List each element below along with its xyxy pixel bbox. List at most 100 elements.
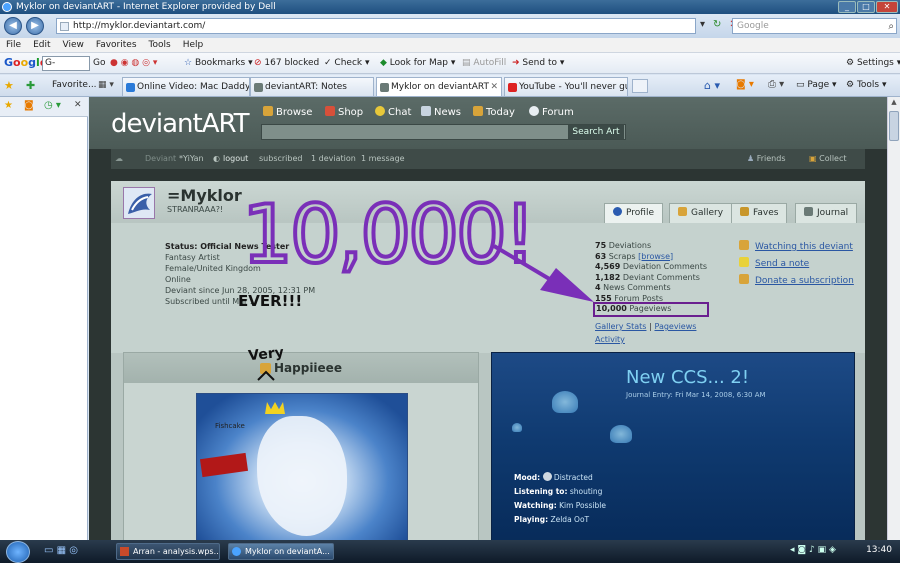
add-favorites-icon[interactable]: ✚ bbox=[26, 79, 35, 92]
feeds-icon[interactable]: ◙ bbox=[24, 100, 34, 111]
close-tab-icon[interactable]: ✕ bbox=[490, 78, 498, 96]
new-tab-button[interactable] bbox=[632, 79, 648, 93]
nav-chat[interactable]: Chat bbox=[375, 106, 411, 118]
nav-forum[interactable]: Forum bbox=[529, 106, 574, 118]
spell-check-button[interactable]: ✓ Check ▾ bbox=[324, 57, 370, 70]
address-field[interactable]: http://myklor.deviantart.com/ bbox=[56, 18, 696, 34]
bookmarks-button[interactable]: ☆ Bookmarks ▾ bbox=[184, 57, 253, 70]
taskbar-item-analysis[interactable]: Arran - analysis.wps... bbox=[116, 543, 220, 560]
collect-button[interactable]: ▣ Collect bbox=[809, 149, 847, 169]
autofill-button[interactable]: ▤ AutoFill bbox=[462, 57, 506, 70]
ie-icon bbox=[232, 547, 241, 556]
avatar[interactable] bbox=[123, 187, 155, 219]
gallery-icon bbox=[678, 207, 687, 216]
nav-shop[interactable]: Shop bbox=[325, 106, 363, 118]
shop-icon bbox=[325, 106, 335, 116]
close-panel-icon[interactable]: ✕ bbox=[74, 100, 82, 110]
artwork-red-shape bbox=[199, 452, 249, 478]
feeds-icon[interactable]: ◙ ▾ bbox=[736, 79, 754, 90]
minimize-button[interactable]: _ bbox=[838, 1, 856, 13]
artwork-crown bbox=[265, 402, 285, 414]
search-placeholder: Google bbox=[737, 21, 769, 31]
popup-blocked-button[interactable]: ⊘ 167 blocked bbox=[254, 57, 319, 70]
deviantart-logo[interactable]: deviantART bbox=[111, 109, 250, 139]
close-button[interactable]: ✕ bbox=[876, 1, 898, 13]
watch-action[interactable]: Watching this deviant bbox=[739, 239, 854, 256]
tab-journal[interactable]: Journal bbox=[795, 203, 858, 223]
tab-deviantart-notes[interactable]: deviantART: Notes bbox=[250, 77, 374, 96]
nav-news[interactable]: News bbox=[421, 106, 461, 118]
address-dropdown-icon[interactable]: ▾ bbox=[700, 19, 705, 30]
star-icon: ☆ bbox=[184, 58, 193, 68]
favorites-center-label[interactable]: Favorite... bbox=[52, 80, 97, 90]
nav-today[interactable]: Today bbox=[473, 106, 515, 118]
vertical-scrollbar[interactable]: ▲ bbox=[887, 97, 900, 540]
tab-youtube[interactable]: YouTube - You'll never gu... bbox=[504, 77, 628, 96]
deviant-tagline: STRANRAAA?! bbox=[167, 205, 224, 214]
tab-profile[interactable]: Profile bbox=[604, 203, 663, 223]
menu-help[interactable]: Help bbox=[183, 38, 204, 52]
logout-link[interactable]: logout bbox=[223, 149, 248, 169]
menu-tools[interactable]: Tools bbox=[149, 38, 171, 52]
scroll-thumb[interactable] bbox=[889, 111, 899, 141]
activity-link[interactable]: Activity bbox=[595, 335, 625, 344]
clock: 13:40 bbox=[866, 545, 892, 555]
friends-button[interactable]: ♟ Friends bbox=[747, 149, 786, 169]
quick-tabs-icon[interactable]: ▦ ▾ bbox=[98, 80, 114, 90]
tab-gallery[interactable]: Gallery bbox=[669, 203, 733, 223]
username-link[interactable]: *YiYan bbox=[179, 149, 204, 169]
donate-action[interactable]: Donate a subscription bbox=[739, 273, 854, 290]
google-search-box[interactable]: G- bbox=[42, 56, 90, 71]
journal-title[interactable]: New CCS... 2! bbox=[626, 367, 749, 388]
deviation-count-link[interactable]: 1 deviation bbox=[311, 149, 356, 169]
menu-view[interactable]: View bbox=[63, 38, 84, 52]
map-lookup-button[interactable]: ◆ Look for Map ▾ bbox=[380, 57, 455, 70]
tab-faves[interactable]: Faves bbox=[731, 203, 788, 223]
favorites-star-icon[interactable]: ★ bbox=[4, 79, 14, 92]
search-input[interactable]: Google ⌕ bbox=[732, 18, 897, 34]
pageviews-link[interactable]: Pageviews bbox=[654, 322, 696, 331]
message-count-link[interactable]: 1 message bbox=[361, 149, 405, 169]
forward-button[interactable]: ▶ bbox=[26, 17, 44, 35]
taskbar-item-ie[interactable]: Myklor on deviantA... bbox=[228, 543, 334, 560]
back-button[interactable]: ◀ bbox=[4, 17, 22, 35]
send-note-action[interactable]: Send a note bbox=[739, 256, 854, 273]
tab-online-video[interactable]: Online Video: Mac Daddy |... bbox=[122, 77, 250, 96]
search-icon[interactable]: ⌕ bbox=[888, 20, 894, 34]
subscribed-link[interactable]: subscribed bbox=[259, 149, 302, 169]
browse-scraps-link[interactable]: [browse] bbox=[638, 252, 673, 261]
nav-browse[interactable]: Browse bbox=[263, 106, 312, 118]
page-menu[interactable]: ▭ Page ▾ bbox=[796, 80, 837, 90]
ie-icon bbox=[2, 2, 12, 12]
home-icon[interactable]: ⌂ ▾ bbox=[704, 79, 720, 92]
journal-box: New CCS... 2! Journal Entry: Fri Mar 14,… bbox=[491, 352, 855, 540]
maximize-button[interactable]: □ bbox=[857, 1, 875, 13]
google-go-button[interactable]: Go bbox=[93, 57, 105, 70]
autofill-icon: ▤ bbox=[462, 58, 471, 68]
google-icons[interactable]: ● ◉ ◍ ◎ ▾ bbox=[110, 57, 157, 70]
quick-launch-icons[interactable]: ▭ ▦ ◎ bbox=[44, 545, 78, 556]
settings-button[interactable]: ⚙ Settings ▾ bbox=[846, 57, 900, 70]
tools-menu[interactable]: ⚙ Tools ▾ bbox=[846, 80, 887, 90]
scroll-up-icon[interactable]: ▲ bbox=[889, 98, 899, 109]
menu-favorites[interactable]: Favorites bbox=[96, 38, 137, 52]
deviantart-icon bbox=[380, 83, 389, 92]
gallery-stats-link[interactable]: Gallery Stats bbox=[595, 322, 646, 331]
menu-file[interactable]: File bbox=[6, 38, 21, 52]
featured-artwork[interactable]: Fishcake bbox=[196, 393, 408, 540]
stat-row: 63 Scraps [browse] bbox=[595, 251, 674, 261]
da-mini-logo-icon: ☁ bbox=[115, 154, 123, 163]
history-icon[interactable]: ◷ ▾ bbox=[44, 100, 61, 111]
favorites-icon[interactable]: ★ bbox=[4, 100, 13, 111]
tab-myklor[interactable]: Myklor on deviantART ✕ bbox=[376, 77, 502, 96]
search-art-button[interactable]: Search Art bbox=[568, 125, 624, 139]
print-icon[interactable]: ⎙ ▾ bbox=[768, 79, 784, 90]
refresh-icon[interactable]: ↻ bbox=[713, 19, 721, 30]
send-to-button[interactable]: ➜ Send to ▾ bbox=[512, 57, 564, 70]
start-button[interactable] bbox=[6, 541, 30, 563]
tray-icons[interactable]: ◂ ◙ ♪ ▣ ◈ bbox=[790, 545, 836, 555]
menu-edit[interactable]: Edit bbox=[33, 38, 50, 52]
deviantart-icon bbox=[254, 83, 263, 92]
map-icon: ◆ bbox=[380, 58, 387, 68]
mood-row: Listening to: shouting bbox=[514, 487, 603, 496]
